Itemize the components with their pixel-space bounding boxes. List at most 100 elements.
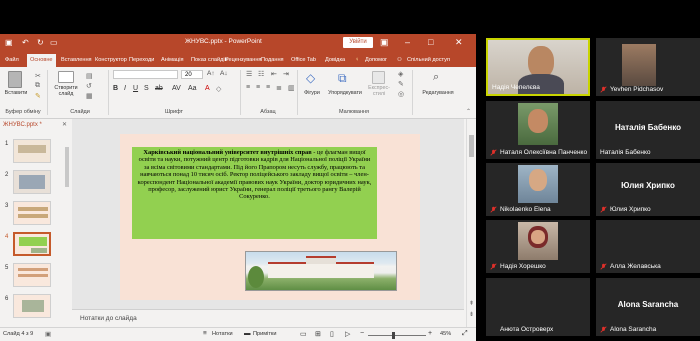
find-icon[interactable]: ⌕ [433, 71, 439, 84]
slide-thumbnail-selected[interactable] [13, 232, 51, 256]
copy-icon[interactable]: ⧉ [35, 82, 40, 90]
new-slide-icon[interactable] [58, 71, 74, 83]
justify-icon[interactable]: ≣ [276, 84, 282, 92]
participant-tile[interactable]: Nikolaenko Elena [486, 163, 590, 216]
change-case-icon[interactable]: Aa [188, 85, 197, 92]
bold-icon[interactable]: B [113, 85, 118, 92]
slide-thumbnail[interactable] [13, 170, 51, 194]
save-icon[interactable]: ▣ [5, 38, 13, 47]
cut-icon[interactable]: ✂ [35, 72, 41, 80]
outdent-icon[interactable]: ⇥ [283, 70, 289, 78]
ribbon-options-icon[interactable]: ▣ [380, 37, 389, 48]
align-center-icon[interactable]: ≡ [256, 84, 260, 91]
numbering-icon[interactable]: ☷ [258, 70, 264, 78]
slide-thumbnail[interactable] [13, 263, 51, 287]
layout-icon[interactable]: ▤ [86, 72, 93, 80]
participant-tile[interactable]: Надія Хорешко [486, 220, 590, 273]
redo-icon[interactable]: ↻ [37, 38, 44, 47]
maximize-icon[interactable]: □ [428, 37, 433, 47]
paste-icon[interactable] [8, 71, 22, 88]
tab-share[interactable]: Спільний доступ [404, 54, 453, 67]
vertical-scrollbar[interactable]: ⇞ ⇟ [466, 119, 476, 327]
new-slide-button[interactable]: Створити слайд [50, 85, 82, 97]
prev-slide-icon[interactable]: ⇞ [469, 300, 474, 307]
participant-tile[interactable]: Алла Желавська [596, 220, 700, 273]
participant-tile[interactable]: Yevhen Pidchasov [596, 38, 700, 96]
section-icon[interactable]: ▦ [86, 92, 93, 100]
signin-button[interactable]: Увійти [343, 37, 373, 48]
tab-help[interactable]: Довідка [322, 54, 348, 67]
slide-thumbnail[interactable] [13, 139, 51, 163]
minimize-icon[interactable]: – [405, 37, 410, 47]
shrink-font-icon[interactable]: A↓ [220, 70, 228, 77]
slide-sorter-icon[interactable]: ⊞ [315, 330, 321, 338]
strikethrough-icon[interactable]: ab [155, 85, 163, 92]
shadow-icon[interactable]: S [144, 85, 149, 92]
notes-pane[interactable]: Нотатки до слайда [72, 309, 464, 327]
collapse-ribbon-icon[interactable]: ⌃ [466, 108, 471, 115]
shape-outline-icon[interactable]: ✎ [398, 80, 404, 88]
lightbulb-icon[interactable]: ♀ [352, 54, 362, 67]
participant-tile[interactable]: Наталя Олексіївна Панченко [486, 101, 590, 159]
indent-icon[interactable]: ⇤ [271, 70, 277, 78]
tab-design[interactable]: Конструктор [92, 54, 130, 67]
paste-button[interactable]: Вставити [2, 90, 30, 96]
font-name-field[interactable] [113, 70, 178, 79]
tab-office-tab[interactable]: Office Tab [288, 54, 319, 67]
notes-icon[interactable]: ≡ [203, 330, 207, 337]
align-right-icon[interactable]: ≡ [266, 84, 270, 91]
underline-icon[interactable]: U [133, 85, 138, 92]
slide-thumbnail[interactable] [13, 201, 51, 225]
spellcheck-icon[interactable]: ▣ [45, 330, 51, 338]
tab-transitions[interactable]: Переходи [126, 54, 157, 67]
font-color-icon[interactable]: A [205, 85, 210, 92]
shapes-icon[interactable]: ◇ [306, 71, 315, 85]
next-slide-icon[interactable]: ⇟ [469, 311, 474, 318]
slide-thumbnail[interactable] [13, 294, 51, 318]
participant-tile[interactable]: Анюта Островерх [486, 278, 590, 336]
quick-styles-button[interactable]: Експрес- стилі [364, 85, 394, 97]
close-icon[interactable]: ✕ [455, 37, 463, 48]
columns-icon[interactable]: ▥ [288, 84, 295, 92]
tab-view[interactable]: Подання [258, 54, 287, 67]
editing-button[interactable]: Редагування [416, 90, 460, 96]
university-building-photo[interactable] [245, 251, 397, 291]
shape-fill-icon[interactable]: ◈ [398, 70, 403, 78]
participant-tile[interactable]: Наталія Бабенко Наталія Бабенко [596, 101, 700, 159]
format-painter-icon[interactable]: ✎ [35, 92, 41, 100]
tab-insert[interactable]: Вставлення [58, 54, 95, 67]
tab-animations[interactable]: Анімація [158, 54, 187, 67]
zoom-slider-thumb[interactable] [392, 332, 395, 339]
arrange-icon[interactable]: ⧉ [338, 71, 347, 86]
quick-styles-icon[interactable] [372, 71, 385, 84]
clear-format-icon[interactable]: ◇ [216, 85, 221, 93]
participant-tile[interactable]: Alona Sarancha Alona Sarancha [596, 278, 700, 336]
reading-view-icon[interactable]: ▯ [330, 330, 334, 338]
close-tab-icon[interactable]: ✕ [62, 121, 67, 128]
thumbs-scrollbar[interactable] [65, 147, 69, 187]
spacing-icon[interactable]: AV [172, 85, 181, 92]
shape-effects-icon[interactable]: ◎ [398, 90, 404, 98]
normal-view-icon[interactable]: ▭ [300, 330, 307, 338]
undo-icon[interactable]: ↶ [22, 38, 29, 47]
italic-icon[interactable]: I [124, 85, 126, 92]
tab-tell-me[interactable]: Допомог [362, 54, 390, 67]
scroll-thumb[interactable] [469, 135, 474, 157]
slideshow-icon[interactable]: ▷ [345, 330, 350, 338]
present-icon[interactable]: ▭ [50, 38, 58, 47]
arrange-button[interactable]: Упорядкувати [326, 90, 364, 96]
grow-font-icon[interactable]: A↑ [207, 70, 215, 77]
zoom-level[interactable]: 45% [440, 331, 451, 337]
participant-tile-active-speaker[interactable]: Надія Чепелєва [486, 38, 590, 96]
document-tab[interactable]: ЖНУВС.pptx * [3, 122, 42, 128]
tab-home[interactable]: Основне [27, 54, 56, 67]
bullets-icon[interactable]: ☰ [246, 70, 252, 78]
notes-button[interactable]: Нотатки [212, 331, 233, 337]
zoom-in-icon[interactable]: + [428, 330, 432, 337]
tab-file[interactable]: Файл [2, 54, 22, 67]
comments-button[interactable]: Примітки [253, 331, 276, 337]
participant-tile[interactable]: Юлия Хрипко Юлия Хрипко [596, 163, 700, 216]
shapes-button[interactable]: Фігури [298, 90, 326, 96]
zoom-out-icon[interactable]: − [360, 330, 364, 337]
zoom-slider[interactable] [368, 335, 426, 336]
